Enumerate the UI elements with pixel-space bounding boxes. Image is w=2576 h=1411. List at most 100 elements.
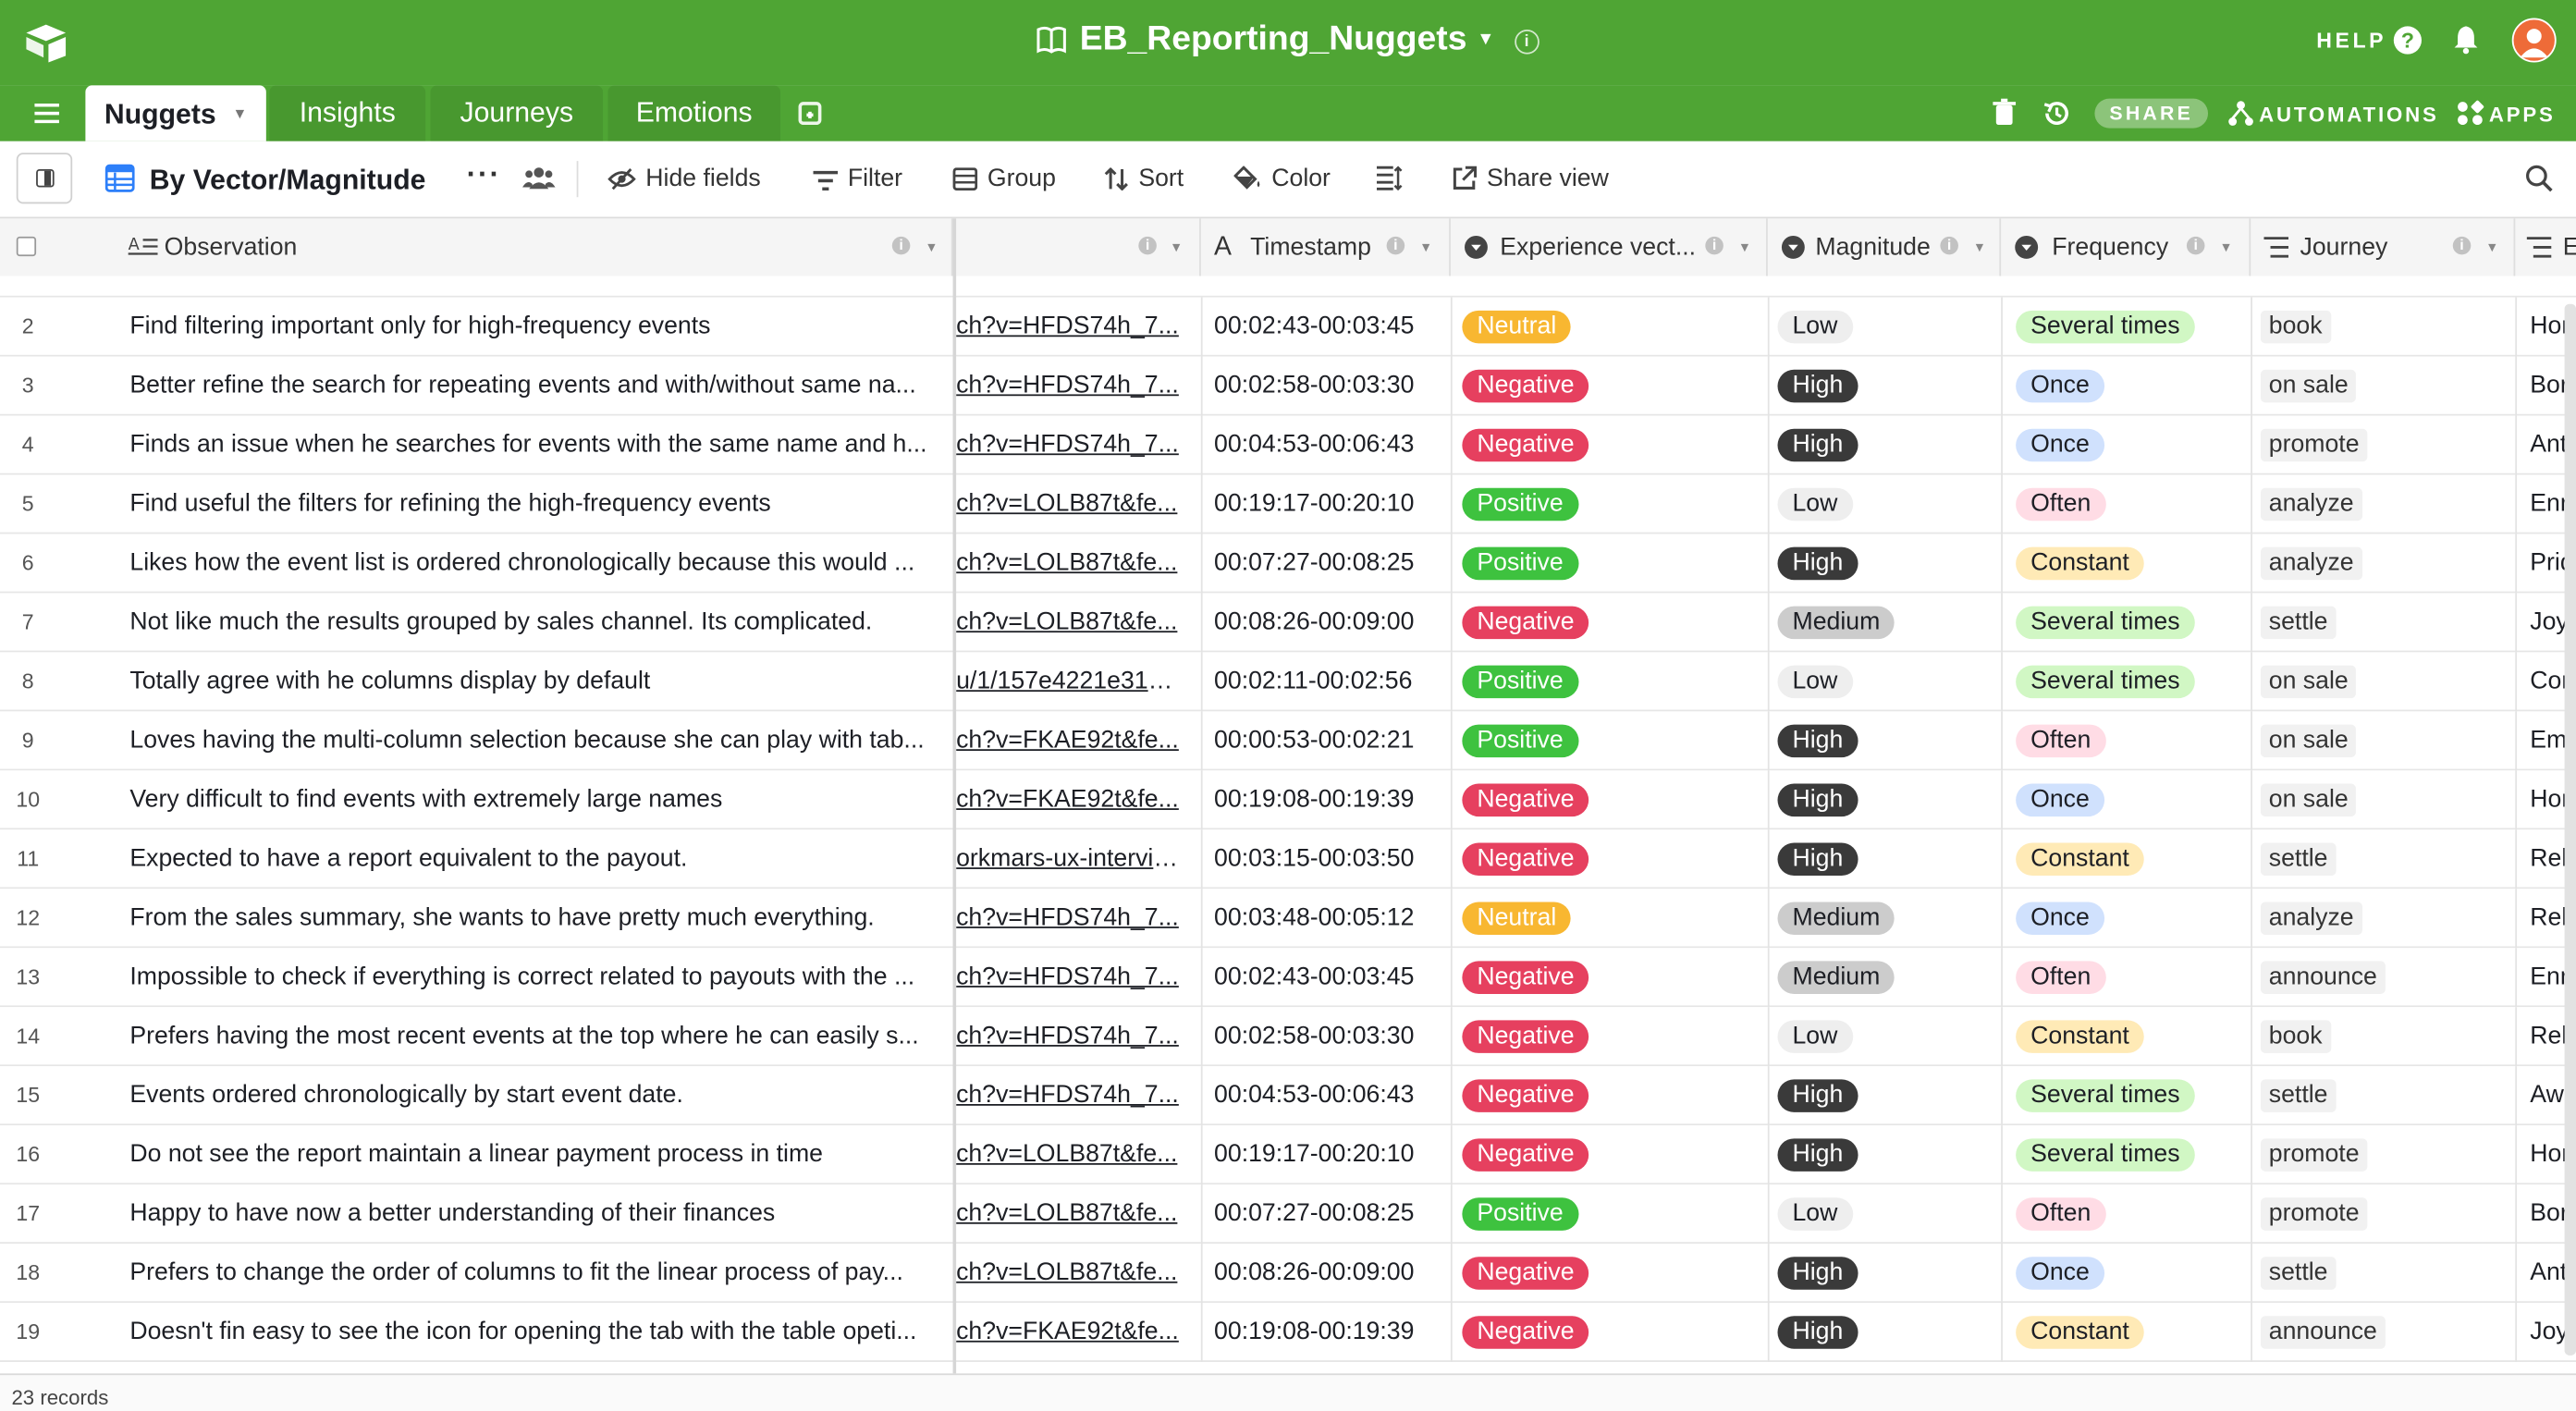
view-name[interactable]: By Vector/Magnitude xyxy=(150,165,426,198)
timestamp-cell[interactable]: 00:00:53-00:02:21 xyxy=(1214,711,1444,768)
video-link[interactable]: ch?v=LOLB87t&fe... xyxy=(956,1125,1180,1183)
journey-link-tag[interactable]: settle xyxy=(2260,1257,2337,1290)
journey-link-tag[interactable]: book xyxy=(2260,310,2331,344)
help-link[interactable]: HELP xyxy=(2316,28,2386,53)
table-row[interactable]: 18 Prefers to change the order of columns… xyxy=(0,1244,2576,1304)
frequency-pill[interactable]: Constant xyxy=(2016,842,2144,877)
table-row[interactable]: 4 Finds an issue when he searches for eve… xyxy=(0,415,2576,475)
timestamp-cell[interactable]: 00:02:58-00:03:30 xyxy=(1214,1007,1444,1064)
observation-cell[interactable]: Likes how the event list is ordered chro… xyxy=(129,534,944,591)
video-link[interactable]: ch?v=FKAE92t&fe... xyxy=(956,770,1180,828)
journey-link-tag[interactable]: announce xyxy=(2260,1316,2386,1349)
info-icon[interactable]: i xyxy=(1705,236,1723,255)
chevron-down-icon[interactable]: ▼ xyxy=(1170,218,1183,276)
frequency-pill[interactable]: Often xyxy=(2016,961,2106,994)
table-row-partial[interactable] xyxy=(0,276,2576,298)
timestamp-cell[interactable]: 00:03:48-00:05:12 xyxy=(1214,889,1444,946)
experience-vector-pill[interactable]: Negative xyxy=(1462,1138,1589,1172)
observation-cell[interactable]: Do not see the report maintain a linear … xyxy=(129,1125,944,1183)
magnitude-pill[interactable]: Low xyxy=(1777,487,1853,521)
column-header-observation[interactable]: A Observation i ▼ xyxy=(0,218,953,276)
frequency-pill[interactable]: Several times xyxy=(2016,1079,2195,1112)
observation-cell[interactable]: Doesn't fin easy to see the icon for ope… xyxy=(129,1303,944,1360)
video-link[interactable]: ch?v=LOLB87t&fe... xyxy=(956,1244,1180,1301)
video-link[interactable]: ch?v=HFDS74h_7... xyxy=(956,416,1180,473)
timestamp-cell[interactable]: 00:04:53-00:06:43 xyxy=(1214,416,1444,473)
table-row[interactable]: 3 Better refine the search for repeating … xyxy=(0,356,2576,416)
timestamp-cell[interactable]: 00:07:27-00:08:25 xyxy=(1214,534,1444,591)
collaborators-icon[interactable] xyxy=(522,166,556,190)
magnitude-pill[interactable]: High xyxy=(1777,1079,1858,1112)
frequency-pill[interactable]: Often xyxy=(2016,724,2106,758)
observation-cell[interactable]: Find filtering important only for high-f… xyxy=(129,298,944,355)
experience-vector-pill[interactable]: Negative xyxy=(1462,1316,1589,1349)
column-header-journey[interactable]: Journey i ▼ xyxy=(2251,218,2516,276)
experience-vector-pill[interactable]: Negative xyxy=(1462,428,1589,462)
info-icon[interactable]: i xyxy=(891,236,911,255)
journey-link-tag[interactable]: on sale xyxy=(2260,369,2357,403)
column-header-experience-vector[interactable]: Experience vect... i ▼ xyxy=(1451,218,1768,276)
timestamp-cell[interactable]: 00:08:26-00:09:00 xyxy=(1214,593,1444,650)
experience-vector-pill[interactable]: Negative xyxy=(1462,369,1589,403)
journey-link-tag[interactable]: settle xyxy=(2260,606,2337,640)
sort-button[interactable]: Sort xyxy=(1104,165,1184,192)
journey-link-tag[interactable]: promote xyxy=(2260,428,2368,462)
timestamp-cell[interactable]: 00:02:43-00:03:45 xyxy=(1214,948,1444,1005)
chevron-down-icon[interactable]: ▼ xyxy=(1419,218,1432,276)
info-icon[interactable]: i xyxy=(1386,236,1405,255)
observation-cell[interactable]: Events ordered chronologically by start … xyxy=(129,1066,944,1123)
avatar[interactable] xyxy=(2511,18,2557,63)
table-row[interactable]: 12 From the sales summary, she wants to h… xyxy=(0,889,2576,949)
info-icon[interactable]: i xyxy=(2186,236,2205,255)
magnitude-pill[interactable]: Medium xyxy=(1777,902,1895,935)
observation-cell[interactable]: Better refine the search for repeating e… xyxy=(129,357,944,414)
frequency-pill[interactable]: Several times xyxy=(2016,1138,2195,1172)
frequency-pill[interactable]: Constant xyxy=(2016,1020,2144,1053)
magnitude-pill[interactable]: High xyxy=(1777,369,1858,403)
chevron-down-icon[interactable]: ▼ xyxy=(925,218,938,276)
table-row[interactable]: 6 Likes how the event list is ordered chr… xyxy=(0,534,2576,594)
observation-cell[interactable]: Not like much the results grouped by sal… xyxy=(129,593,944,650)
video-link[interactable]: ch?v=HFDS74h_7... xyxy=(956,1066,1180,1123)
tab-journeys[interactable]: Journeys xyxy=(430,85,604,141)
journey-link-tag[interactable]: analyze xyxy=(2260,546,2362,581)
experience-vector-pill[interactable]: Negative xyxy=(1462,1079,1589,1112)
tab-emotions[interactable]: Emotions xyxy=(607,85,780,141)
video-link[interactable]: ch?v=FKAE92t&fe... xyxy=(956,711,1180,768)
journey-link-tag[interactable]: settle xyxy=(2260,1079,2337,1112)
journey-link-tag[interactable]: on sale xyxy=(2260,724,2357,758)
magnitude-pill[interactable]: High xyxy=(1777,1138,1858,1172)
frequency-pill[interactable]: Several times xyxy=(2016,665,2195,699)
observation-cell[interactable]: Expected to have a report equivalent to … xyxy=(129,829,944,887)
experience-vector-pill[interactable]: Positive xyxy=(1462,487,1578,521)
chevron-down-icon[interactable]: ▼ xyxy=(1738,218,1751,276)
add-table-icon[interactable] xyxy=(798,102,822,126)
journey-link-tag[interactable]: analyze xyxy=(2260,487,2362,521)
frequency-pill[interactable]: Several times xyxy=(2016,606,2195,640)
share-button[interactable]: SHARE xyxy=(2094,98,2209,129)
observation-cell[interactable]: Finds an issue when he searches for even… xyxy=(129,416,944,473)
journey-link-tag[interactable]: analyze xyxy=(2260,902,2362,935)
apps-button[interactable]: APPS xyxy=(2456,100,2555,128)
table-row[interactable]: 7 Not like much the results grouped by sa… xyxy=(0,593,2576,653)
experience-vector-pill[interactable]: Negative xyxy=(1462,1020,1589,1053)
frequency-pill[interactable]: Once xyxy=(2016,369,2104,403)
group-button[interactable]: Group xyxy=(952,165,1056,192)
experience-vector-pill[interactable]: Negative xyxy=(1462,1257,1589,1290)
observation-cell[interactable]: Impossible to check if everything is cor… xyxy=(129,948,944,1005)
table-row[interactable]: 16 Do not see the report maintain a linea… xyxy=(0,1125,2576,1185)
row-height-icon[interactable] xyxy=(1376,166,1403,191)
timestamp-cell[interactable]: 00:19:08-00:19:39 xyxy=(1214,1303,1444,1360)
search-icon[interactable] xyxy=(2525,165,2553,192)
magnitude-pill[interactable]: Low xyxy=(1777,665,1853,699)
more-options-icon[interactable]: ··· xyxy=(467,158,501,192)
video-link[interactable]: ch?v=HFDS74h_7... xyxy=(956,889,1180,946)
trash-icon[interactable] xyxy=(1993,98,2017,127)
magnitude-pill[interactable]: High xyxy=(1777,1257,1858,1290)
timestamp-cell[interactable]: 00:19:17-00:20:10 xyxy=(1214,1125,1444,1183)
journey-link-tag[interactable]: settle xyxy=(2260,842,2337,877)
frequency-pill[interactable]: Constant xyxy=(2016,546,2144,581)
info-icon[interactable]: i xyxy=(1514,29,1539,55)
timestamp-cell[interactable]: 00:19:17-00:20:10 xyxy=(1214,474,1444,532)
observation-cell[interactable]: Totally agree with he columns display by… xyxy=(129,652,944,709)
